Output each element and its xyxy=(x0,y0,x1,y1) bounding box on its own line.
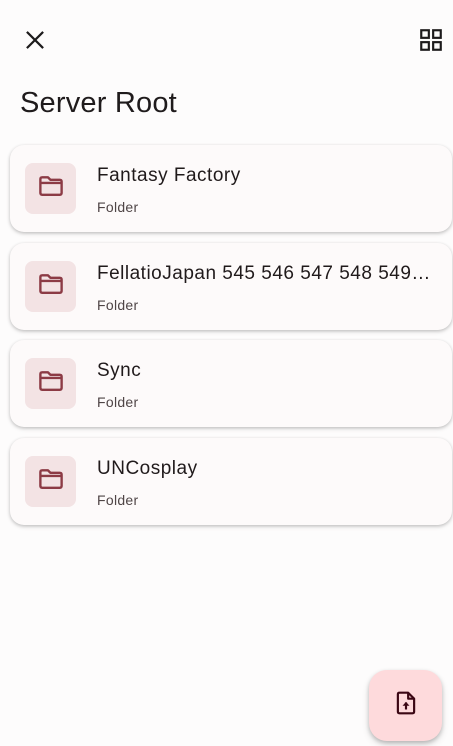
folder-thumbnail xyxy=(25,163,76,214)
grid-view-toggle-button[interactable] xyxy=(411,22,451,62)
folder-thumbnail xyxy=(25,358,76,409)
close-icon xyxy=(24,29,46,56)
list-item[interactable]: UNCosplay Folder xyxy=(10,437,452,525)
item-type: Folder xyxy=(97,296,139,313)
file-browser-screen: Server Root Fantasy Factory Folder Fella… xyxy=(0,0,453,746)
item-type: Folder xyxy=(97,491,139,508)
list-item[interactable]: FellatioJapan 545 546 547 548 549 550 Fo… xyxy=(10,242,452,330)
upload-file-button[interactable] xyxy=(369,670,442,741)
folder-icon xyxy=(36,366,66,401)
grid-view-icon xyxy=(418,27,444,58)
list-item[interactable]: Sync Folder xyxy=(10,340,452,427)
folder-list: Fantasy Factory Folder FellatioJapan 545… xyxy=(10,145,452,535)
folder-icon xyxy=(36,464,66,499)
item-name: Sync xyxy=(97,360,142,381)
item-name: UNCosplay xyxy=(97,457,198,479)
item-type: Folder xyxy=(97,394,139,410)
upload-file-icon xyxy=(393,690,419,721)
folder-thumbnail xyxy=(25,260,76,312)
folder-icon xyxy=(36,269,66,304)
item-type: Folder xyxy=(97,199,139,215)
item-name: Fantasy Factory xyxy=(97,165,241,186)
close-button[interactable] xyxy=(15,22,55,62)
page-title: Server Root xyxy=(20,87,177,119)
list-item[interactable]: Fantasy Factory Folder xyxy=(10,145,452,232)
item-name: FellatioJapan 545 546 547 548 549 550 xyxy=(97,262,435,284)
folder-icon xyxy=(36,171,66,206)
folder-thumbnail xyxy=(25,455,76,507)
top-app-bar xyxy=(0,0,453,84)
